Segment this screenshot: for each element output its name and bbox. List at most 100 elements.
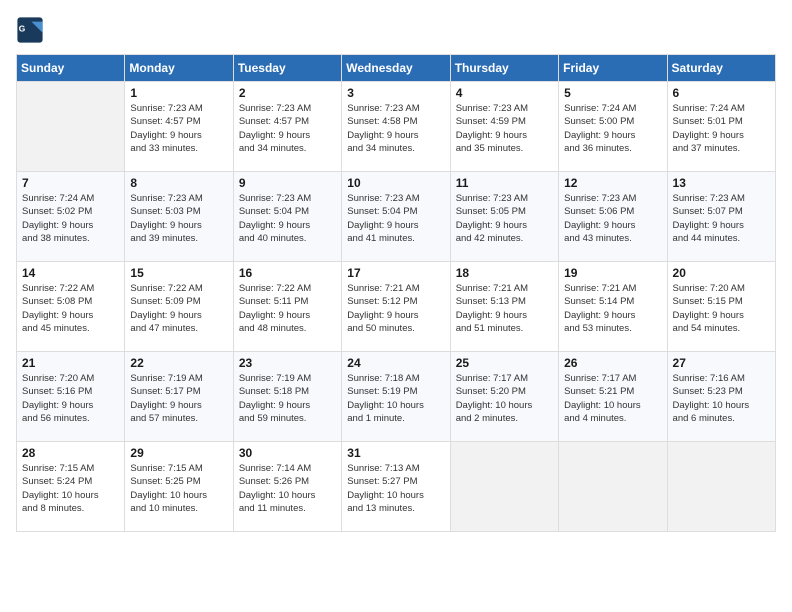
day-number: 19 [564,266,661,280]
day-info: Sunrise: 7:24 AMSunset: 5:02 PMDaylight:… [22,192,119,245]
day-number: 29 [130,446,227,460]
calendar-cell: 22Sunrise: 7:19 AMSunset: 5:17 PMDayligh… [125,352,233,442]
weekday-header-sunday: Sunday [17,55,125,82]
day-info: Sunrise: 7:17 AMSunset: 5:20 PMDaylight:… [456,372,553,425]
calendar-table: SundayMondayTuesdayWednesdayThursdayFrid… [16,54,776,532]
day-info: Sunrise: 7:23 AMSunset: 4:57 PMDaylight:… [130,102,227,155]
calendar-cell [667,442,775,532]
calendar-week-4: 28 Sunrise: 7:15 AMSunset: 5:24 PMDayligh… [17,442,776,532]
calendar-week-2: 14Sunrise: 7:22 AMSunset: 5:08 PMDayligh… [17,262,776,352]
day-number: 20 [673,266,770,280]
day-number: 30 [239,446,336,460]
day-info: Sunrise: 7:15 AMSunset: 5:25 PMDaylight:… [130,462,227,515]
logo: G [16,16,48,44]
calendar-cell: 31 Sunrise: 7:13 AMSunset: 5:27 PMDayligh… [342,442,450,532]
calendar-week-0: 1 Sunrise: 7:23 AMSunset: 4:57 PMDaylight… [17,82,776,172]
calendar-cell: 17 Sunrise: 7:21 AMSunset: 5:12 PMDayligh… [342,262,450,352]
day-info: Sunrise: 7:18 AMSunset: 5:19 PMDaylight:… [347,372,444,425]
day-number: 17 [347,266,444,280]
day-info: Sunrise: 7:23 AMSunset: 4:59 PMDaylight:… [456,102,553,155]
calendar-cell: 14Sunrise: 7:22 AMSunset: 5:08 PMDayligh… [17,262,125,352]
calendar-cell: 2Sunrise: 7:23 AMSunset: 4:57 PMDaylight… [233,82,341,172]
day-info: Sunrise: 7:21 AMSunset: 5:14 PMDaylight:… [564,282,661,335]
day-number: 6 [673,86,770,100]
day-info: Sunrise: 7:23 AMSunset: 5:05 PMDaylight:… [456,192,553,245]
calendar-cell [559,442,667,532]
calendar-cell: 6Sunrise: 7:24 AMSunset: 5:01 PMDaylight… [667,82,775,172]
calendar-cell: 16Sunrise: 7:22 AMSunset: 5:11 PMDayligh… [233,262,341,352]
day-number: 13 [673,176,770,190]
logo-icon: G [16,16,44,44]
calendar-cell: 27 Sunrise: 7:16 AMSunset: 5:23 PMDayligh… [667,352,775,442]
day-info: Sunrise: 7:15 AMSunset: 5:24 PMDaylight:… [22,462,119,515]
day-number: 24 [347,356,444,370]
day-info: Sunrise: 7:24 AMSunset: 5:00 PMDaylight:… [564,102,661,155]
calendar-cell: 23 Sunrise: 7:19 AMSunset: 5:18 PMDayligh… [233,352,341,442]
calendar-cell: 10 Sunrise: 7:23 AMSunset: 5:04 PMDayligh… [342,172,450,262]
day-number: 16 [239,266,336,280]
calendar-cell: 30 Sunrise: 7:14 AMSunset: 5:26 PMDayligh… [233,442,341,532]
calendar-cell: 7 Sunrise: 7:24 AMSunset: 5:02 PMDaylight… [17,172,125,262]
day-number: 23 [239,356,336,370]
svg-text:G: G [19,23,26,33]
calendar-cell: 20 Sunrise: 7:20 AMSunset: 5:15 PMDayligh… [667,262,775,352]
day-number: 3 [347,86,444,100]
day-info: Sunrise: 7:14 AMSunset: 5:26 PMDaylight:… [239,462,336,515]
day-info: Sunrise: 7:21 AMSunset: 5:13 PMDaylight:… [456,282,553,335]
day-number: 2 [239,86,336,100]
weekday-header-friday: Friday [559,55,667,82]
day-info: Sunrise: 7:19 AMSunset: 5:17 PMDaylight:… [130,372,227,425]
calendar-cell: 28 Sunrise: 7:15 AMSunset: 5:24 PMDayligh… [17,442,125,532]
day-info: Sunrise: 7:17 AMSunset: 5:21 PMDaylight:… [564,372,661,425]
day-number: 15 [130,266,227,280]
day-number: 5 [564,86,661,100]
day-number: 1 [130,86,227,100]
day-info: Sunrise: 7:22 AMSunset: 5:09 PMDaylight:… [130,282,227,335]
weekday-header-monday: Monday [125,55,233,82]
day-info: Sunrise: 7:23 AMSunset: 5:04 PMDaylight:… [239,192,336,245]
day-info: Sunrise: 7:23 AMSunset: 5:03 PMDaylight:… [130,192,227,245]
calendar-cell [450,442,558,532]
day-number: 27 [673,356,770,370]
calendar-cell: 19 Sunrise: 7:21 AMSunset: 5:14 PMDayligh… [559,262,667,352]
weekday-header-saturday: Saturday [667,55,775,82]
day-info: Sunrise: 7:22 AMSunset: 5:08 PMDaylight:… [22,282,119,335]
day-number: 31 [347,446,444,460]
day-info: Sunrise: 7:21 AMSunset: 5:12 PMDaylight:… [347,282,444,335]
calendar-cell: 4 Sunrise: 7:23 AMSunset: 4:59 PMDaylight… [450,82,558,172]
calendar-cell: 13 Sunrise: 7:23 AMSunset: 5:07 PMDayligh… [667,172,775,262]
calendar-cell: 12 Sunrise: 7:23 AMSunset: 5:06 PMDayligh… [559,172,667,262]
calendar-cell: 29 Sunrise: 7:15 AMSunset: 5:25 PMDayligh… [125,442,233,532]
day-info: Sunrise: 7:23 AMSunset: 4:58 PMDaylight:… [347,102,444,155]
day-info: Sunrise: 7:20 AMSunset: 5:16 PMDaylight:… [22,372,119,425]
calendar-cell: 24 Sunrise: 7:18 AMSunset: 5:19 PMDayligh… [342,352,450,442]
day-info: Sunrise: 7:20 AMSunset: 5:15 PMDaylight:… [673,282,770,335]
calendar-week-3: 21 Sunrise: 7:20 AMSunset: 5:16 PMDayligh… [17,352,776,442]
calendar-cell: 3 Sunrise: 7:23 AMSunset: 4:58 PMDaylight… [342,82,450,172]
calendar-cell: 8Sunrise: 7:23 AMSunset: 5:03 PMDaylight… [125,172,233,262]
weekday-header-row: SundayMondayTuesdayWednesdayThursdayFrid… [17,55,776,82]
day-number: 28 [22,446,119,460]
day-info: Sunrise: 7:13 AMSunset: 5:27 PMDaylight:… [347,462,444,515]
day-number: 21 [22,356,119,370]
day-info: Sunrise: 7:23 AMSunset: 5:07 PMDaylight:… [673,192,770,245]
calendar-cell [17,82,125,172]
day-number: 10 [347,176,444,190]
day-number: 9 [239,176,336,190]
day-info: Sunrise: 7:23 AMSunset: 5:06 PMDaylight:… [564,192,661,245]
calendar-cell: 9 Sunrise: 7:23 AMSunset: 5:04 PMDaylight… [233,172,341,262]
calendar-week-1: 7 Sunrise: 7:24 AMSunset: 5:02 PMDaylight… [17,172,776,262]
day-number: 25 [456,356,553,370]
weekday-header-tuesday: Tuesday [233,55,341,82]
day-number: 4 [456,86,553,100]
day-number: 12 [564,176,661,190]
day-info: Sunrise: 7:23 AMSunset: 5:04 PMDaylight:… [347,192,444,245]
calendar-cell: 15 Sunrise: 7:22 AMSunset: 5:09 PMDayligh… [125,262,233,352]
day-number: 11 [456,176,553,190]
day-number: 7 [22,176,119,190]
day-info: Sunrise: 7:16 AMSunset: 5:23 PMDaylight:… [673,372,770,425]
header: G [16,16,776,44]
day-info: Sunrise: 7:19 AMSunset: 5:18 PMDaylight:… [239,372,336,425]
calendar-cell: 26Sunrise: 7:17 AMSunset: 5:21 PMDayligh… [559,352,667,442]
day-number: 18 [456,266,553,280]
